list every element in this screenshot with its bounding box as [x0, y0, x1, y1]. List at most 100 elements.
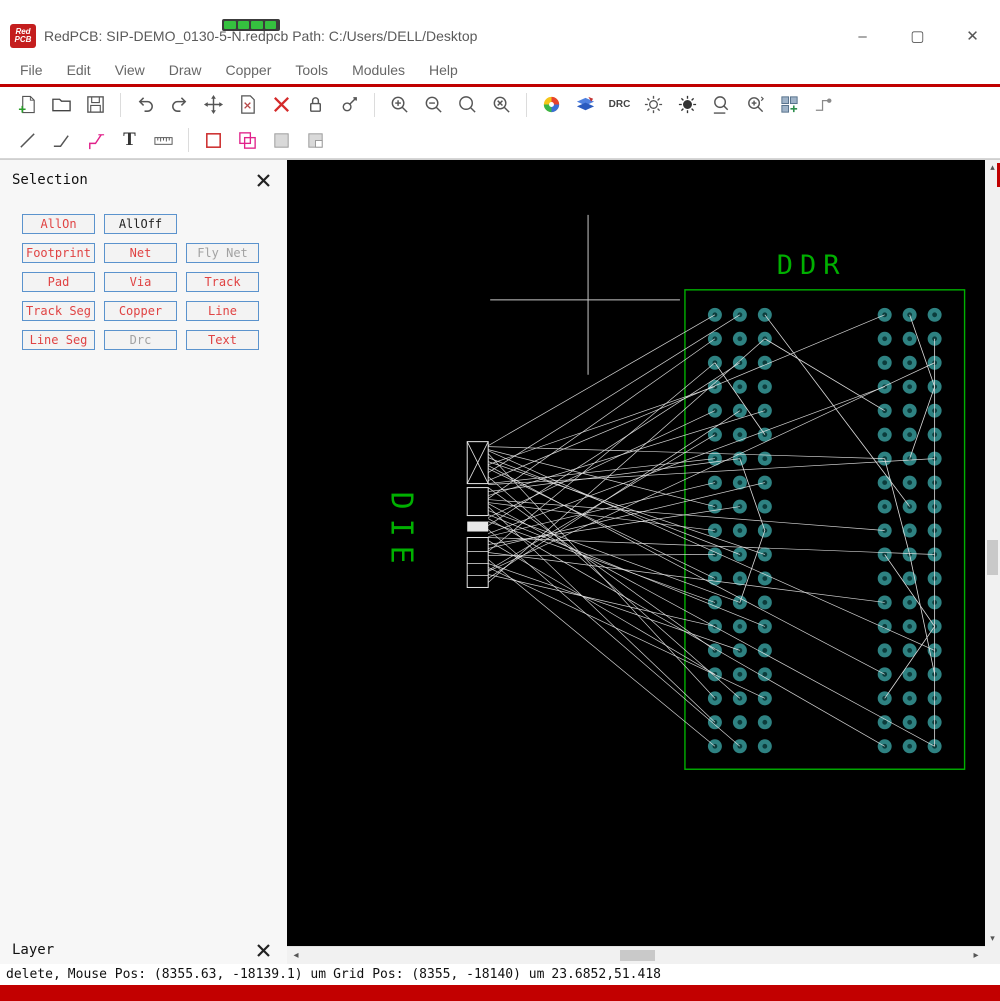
module-add-button[interactable] [774, 91, 805, 119]
selection-button-track[interactable]: Track [186, 272, 259, 292]
draw-rect-filled-button[interactable] [266, 126, 297, 154]
menu-modules[interactable]: Modules [340, 62, 417, 78]
selection-button-allon[interactable]: AllOn [22, 214, 95, 234]
selection-button-pad[interactable]: Pad [22, 272, 95, 292]
save-icon [87, 96, 104, 113]
draw-line-button[interactable] [12, 126, 43, 154]
selection-button-drc[interactable]: Drc [104, 330, 177, 350]
delete-button[interactable] [266, 91, 297, 119]
pad-hole [907, 528, 913, 533]
selection-button-fly-net[interactable]: Fly Net [186, 243, 259, 263]
pcb-drawing[interactable]: DDR DIE [287, 160, 985, 947]
zoom-window-button[interactable] [452, 91, 483, 119]
open-file-button[interactable] [46, 91, 77, 119]
drc-check-button[interactable]: DRC [604, 91, 635, 119]
new-file-button[interactable] [12, 91, 43, 119]
selection-button-alloff[interactable]: AllOff [104, 214, 177, 234]
vertical-scroll-thumb[interactable] [987, 540, 998, 575]
minimize-button[interactable]: – [835, 18, 890, 54]
find-component-button[interactable] [740, 91, 771, 119]
color-settings-button[interactable] [536, 91, 567, 119]
pad-hole [907, 336, 913, 342]
menu-edit[interactable]: Edit [55, 62, 103, 78]
layer-settings-button[interactable] [570, 91, 601, 119]
status-grid-pos: Grid Pos: (8355, -18140) um [333, 967, 545, 982]
measure-button[interactable] [148, 126, 179, 154]
selection-panel-title: Selection [12, 172, 88, 188]
selection-button-copper[interactable]: Copper [104, 301, 177, 321]
find-net-button[interactable] [706, 91, 737, 119]
selection-button-line[interactable]: Line [186, 301, 259, 321]
draw-rect-region-button[interactable] [300, 126, 331, 154]
pad-hole [882, 719, 888, 725]
menu-copper[interactable]: Copper [213, 62, 283, 78]
redo-icon [172, 97, 187, 112]
highlight-off-button[interactable] [672, 91, 703, 119]
draw-rect-red-button[interactable] [198, 126, 229, 154]
vertical-scrollbar[interactable]: ▴ ▾ [985, 160, 1000, 947]
unlock-button[interactable] [334, 91, 365, 119]
scroll-down-icon[interactable]: ▾ [985, 933, 1000, 944]
scroll-corner [985, 946, 1000, 964]
menu-file[interactable]: File [8, 62, 55, 78]
sun-off-icon [678, 95, 697, 114]
selection-close-icon[interactable] [256, 173, 271, 188]
draw-text-button[interactable]: T [114, 126, 145, 154]
lock-button[interactable] [300, 91, 331, 119]
pad-hole [712, 576, 718, 581]
pad-hole [762, 456, 768, 462]
selection-button-line-seg[interactable]: Line Seg [22, 330, 95, 350]
pad-hole [907, 743, 913, 749]
redo-button[interactable] [164, 91, 195, 119]
close-button[interactable]: ✕ [945, 18, 1000, 54]
save-file-button[interactable] [80, 91, 111, 119]
draw-polyline-button[interactable] [46, 126, 77, 154]
route-mode-button[interactable] [808, 91, 839, 119]
menu-draw[interactable]: Draw [157, 62, 214, 78]
menu-tools[interactable]: Tools [283, 62, 340, 78]
selection-button-via[interactable]: Via [104, 272, 177, 292]
pad-hole [712, 600, 718, 605]
horizontal-scrollbar[interactable]: ◂ ▸ [287, 946, 985, 964]
battery-indicator [222, 19, 280, 31]
title-bar: Red PCB RedPCB: SIP-DEMO_0130-5-N.redpcb… [0, 0, 1000, 56]
selection-button-net[interactable]: Net [104, 243, 177, 263]
pad-hole [907, 671, 913, 677]
draw-track-button[interactable] [80, 126, 111, 154]
pad-hole [762, 504, 768, 509]
zoom-in-button[interactable] [384, 91, 415, 119]
pad-hole [737, 624, 743, 629]
zoom-reset-button[interactable] [486, 91, 517, 119]
zoom-out-button[interactable] [418, 91, 449, 119]
selection-button-track-seg[interactable]: Track Seg [22, 301, 95, 321]
scroll-left-icon[interactable]: ◂ [289, 947, 303, 964]
pad-hole [762, 719, 768, 725]
select-button[interactable] [232, 91, 263, 119]
pad-hole [762, 384, 768, 390]
highlight-on-button[interactable] [638, 91, 669, 119]
pad-hole [882, 432, 888, 438]
pad-hole [907, 719, 913, 725]
layer-panel-header: Layer [0, 930, 287, 964]
fly-line [487, 338, 716, 499]
move-button[interactable] [198, 91, 229, 119]
battery-segment [251, 21, 263, 29]
pad-hole [762, 600, 768, 605]
horizontal-scroll-thumb[interactable] [620, 950, 655, 962]
menu-view[interactable]: View [103, 62, 157, 78]
menu-help[interactable]: Help [417, 62, 470, 78]
battery-segment [264, 21, 276, 29]
draw-rect-pink-button[interactable] [232, 126, 263, 154]
layer-close-icon[interactable] [256, 943, 271, 958]
maximize-button[interactable]: ▢ [890, 18, 945, 54]
pad-hole [762, 576, 768, 581]
status-mode: delete, [6, 967, 61, 982]
scroll-right-icon[interactable]: ▸ [969, 947, 983, 964]
fly-line [488, 410, 765, 496]
fly-line [488, 465, 885, 675]
selection-button-footprint[interactable]: Footprint [22, 243, 95, 263]
pad-hole [907, 647, 913, 653]
selection-button-text[interactable]: Text [186, 330, 259, 350]
undo-button[interactable] [130, 91, 161, 119]
drc-icon: DRC [608, 99, 631, 110]
